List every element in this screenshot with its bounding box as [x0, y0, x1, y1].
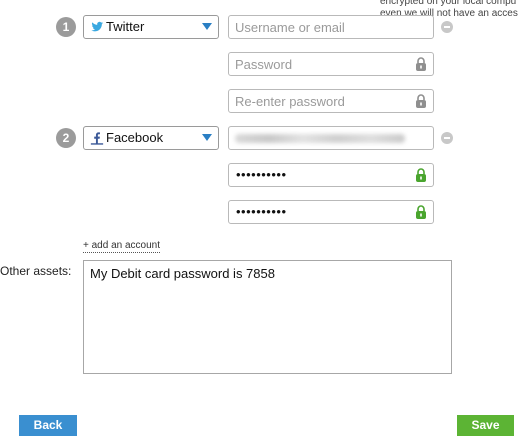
service-label: Facebook: [106, 130, 164, 145]
username-placeholder: Username or email: [235, 20, 345, 35]
back-button[interactable]: Back: [19, 415, 77, 436]
reenter-password-field[interactable]: ••••••••••: [228, 200, 434, 224]
other-assets-label: Other assets:: [0, 264, 72, 278]
remove-account-icon[interactable]: [441, 21, 453, 33]
password-field[interactable]: ••••••••••: [228, 163, 434, 187]
add-account-link[interactable]: + add an account: [83, 240, 161, 253]
chevron-down-icon: [202, 23, 212, 30]
reenter-value: ••••••••••: [236, 204, 287, 219]
unlock-icon: [416, 168, 426, 182]
encryption-note-line1: encrypted on your local compu: [380, 0, 517, 7]
facebook-f-icon: [90, 132, 104, 145]
twitter-bird-icon: [91, 21, 104, 32]
account-number-badge: 1: [56, 17, 76, 37]
username-field[interactable]: [228, 126, 434, 150]
save-button[interactable]: Save: [457, 415, 514, 436]
remove-account-icon[interactable]: [441, 132, 453, 144]
reenter-placeholder: Re-enter password: [235, 94, 345, 109]
chevron-down-icon: [202, 134, 212, 141]
service-select-twitter[interactable]: Twitter: [83, 15, 219, 39]
blurred-username: [235, 134, 405, 143]
service-label: Twitter: [106, 19, 145, 34]
username-field[interactable]: Username or email: [228, 15, 434, 39]
password-placeholder: Password: [235, 57, 293, 72]
unlock-icon: [416, 205, 426, 219]
reenter-password-field[interactable]: Re-enter password: [228, 89, 434, 113]
other-assets-textarea[interactable]: My Debit card password is 7858: [83, 260, 452, 374]
account-number-badge: 2: [56, 128, 76, 148]
password-field[interactable]: Password: [228, 52, 434, 76]
service-select-facebook[interactable]: Facebook: [83, 126, 219, 150]
lock-icon: [416, 94, 426, 108]
password-value: ••••••••••: [236, 167, 287, 182]
lock-icon: [416, 57, 426, 71]
